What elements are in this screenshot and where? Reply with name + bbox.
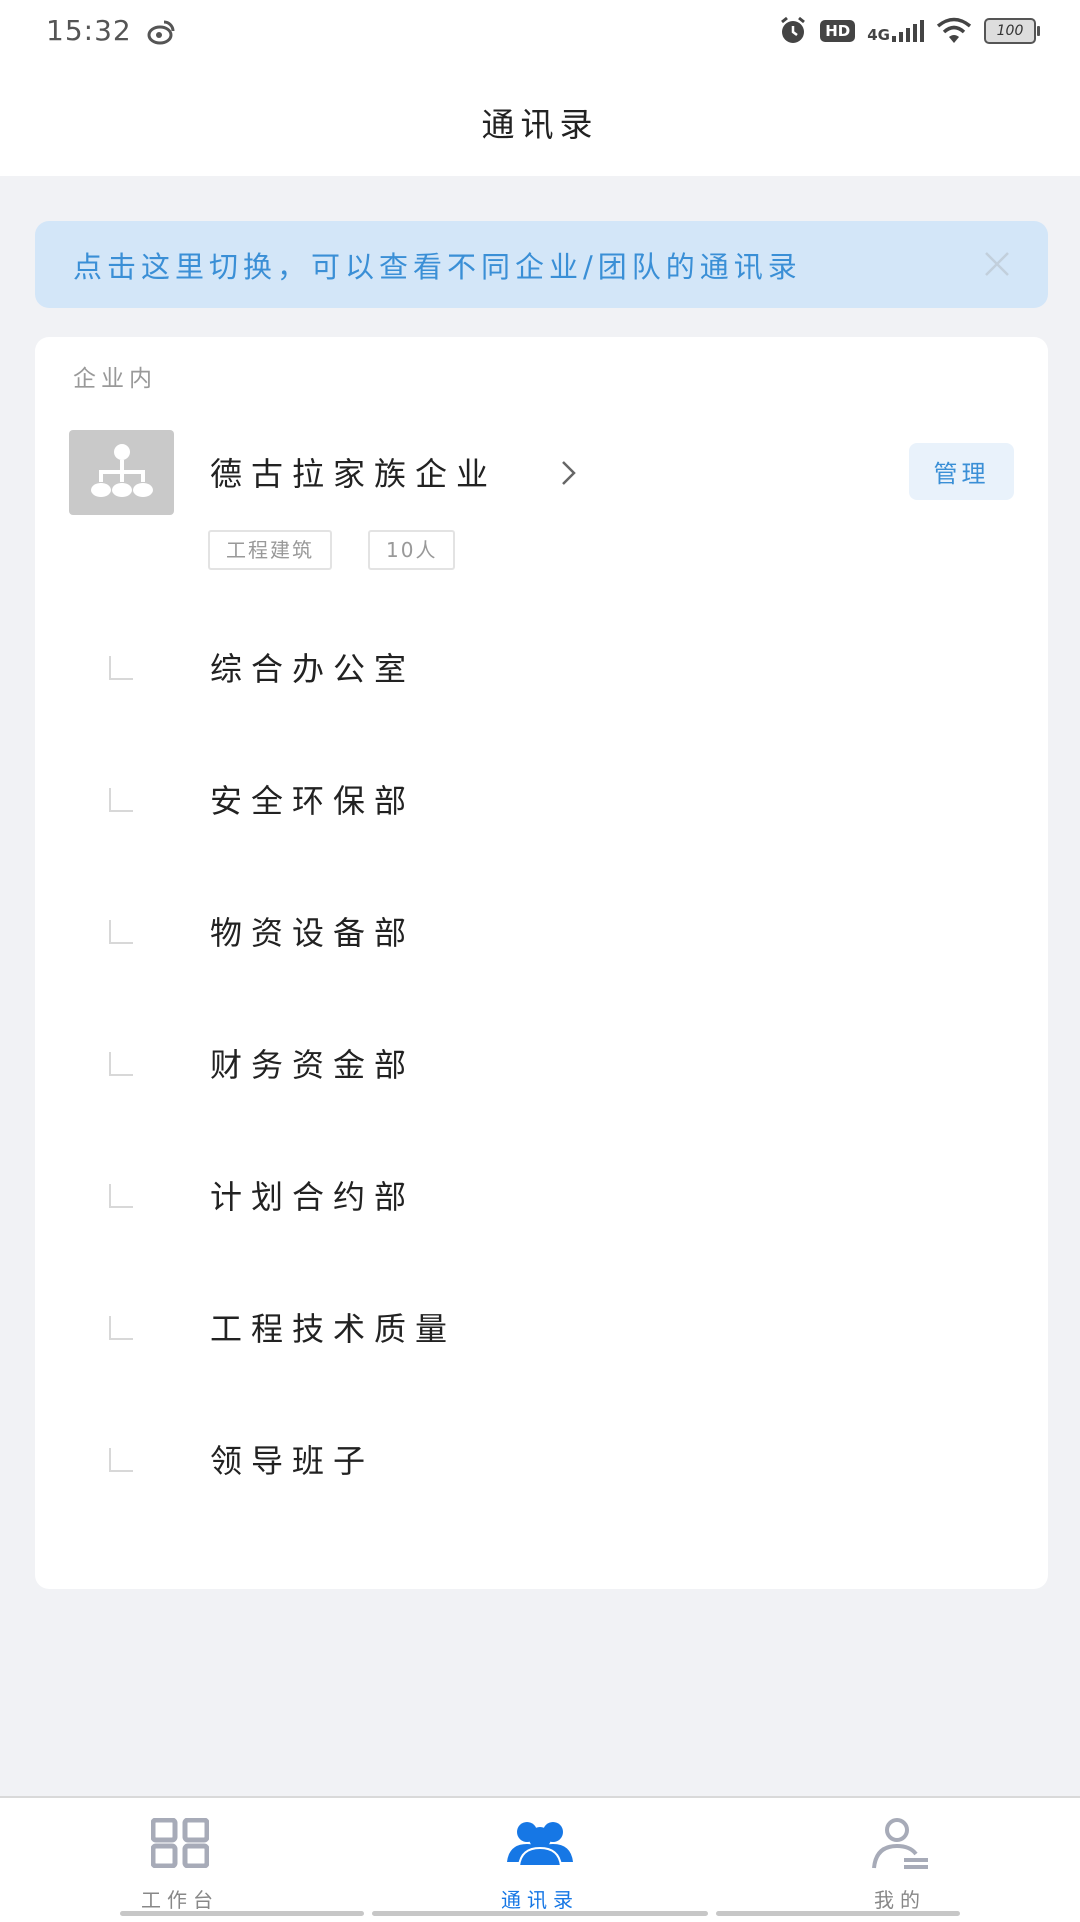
department-item[interactable]: 领导班子 [35,1412,1048,1544]
battery-icon: 100 [984,18,1040,44]
department-item[interactable]: 财务资金部 [35,1016,1048,1148]
alarm-icon [781,16,806,43]
tab-label: 工作台 [141,1888,219,1912]
bottom-tab-bar: 工作台 通讯录 我的 [0,1796,1080,1922]
tree-branch-icon [109,1052,133,1076]
hd-badge: HD [820,20,856,42]
tree-branch-icon [109,788,133,812]
org-logo [69,430,174,515]
tab-label: 我的 [874,1888,926,1912]
weibo-icon [147,20,175,45]
department-item[interactable]: 安全环保部 [35,752,1048,884]
tree-branch-icon [109,656,133,680]
tab-me[interactable]: 我的 [720,1798,1080,1922]
department-name: 安全环保部 [210,782,416,820]
manage-button[interactable]: 管理 [909,443,1014,500]
signal-indicator: 4G [867,20,924,44]
department-name: 综合办公室 [210,650,416,688]
tree-branch-icon [109,1448,133,1472]
department-name: 领导班子 [210,1442,375,1480]
tab-contacts[interactable]: 通讯录 [360,1798,720,1922]
contacts-icon [507,1822,573,1867]
tip-text: 点击这里切换，可以查看不同企业/团队的通讯录 [73,249,802,284]
tree-branch-icon [109,920,133,944]
department-item[interactable]: 计划合约部 [35,1148,1048,1280]
tree-branch-icon [109,1316,133,1340]
grid-icon [151,1818,209,1868]
switch-org-tip-banner[interactable]: 点击这里切换，可以查看不同企业/团队的通讯录 [35,221,1048,308]
close-icon[interactable] [980,247,1014,281]
header: 通讯录 [0,68,1080,176]
department-name: 工程技术质量 [210,1310,457,1348]
signal-icon [892,20,924,42]
department-item[interactable]: 综合办公室 [35,620,1048,752]
org-chart-icon [90,443,153,497]
member-count-tag: 10人 [368,530,456,570]
industry-tag: 工程建筑 [208,530,332,570]
section-label: 企业内 [73,366,157,392]
org-tags: 工程建筑 10人 [208,530,456,570]
wifi-icon [936,17,972,43]
home-indicator [372,1911,708,1916]
department-name: 财务资金部 [210,1046,416,1084]
org-card: 企业内 德古拉家族企业 管理 工程建筑 10人 综合办公室 安全环保部 物资设备… [35,337,1048,1589]
home-indicator [716,1911,960,1916]
chevron-right-icon[interactable] [560,459,578,487]
department-name: 计划合约部 [210,1178,416,1216]
status-bar: 15:32 HD 4G 100 [0,0,1080,68]
network-type: 4G [867,26,890,44]
profile-icon [872,1818,928,1869]
status-time: 15:32 [46,14,132,47]
department-item[interactable]: 物资设备部 [35,884,1048,1016]
home-indicator [120,1911,364,1916]
department-item[interactable]: 工程技术质量 [35,1280,1048,1412]
department-list: 综合办公室 安全环保部 物资设备部 财务资金部 计划合约部 工程技术质量 领导班… [35,620,1048,1544]
tab-label: 通讯录 [501,1888,579,1912]
tree-branch-icon [109,1184,133,1208]
org-name[interactable]: 德古拉家族企业 [210,449,497,495]
tab-workbench[interactable]: 工作台 [0,1798,360,1922]
department-name: 物资设备部 [210,914,416,952]
status-icons: HD 4G 100 [778,16,1040,46]
page-title: 通讯录 [481,105,599,144]
